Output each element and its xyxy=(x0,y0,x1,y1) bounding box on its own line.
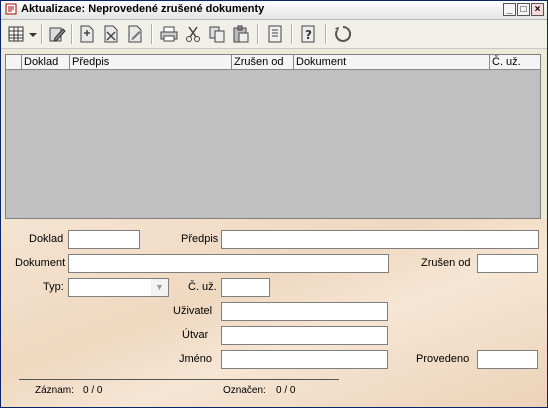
toolbar: ? xyxy=(1,20,547,49)
dropdown-arrow-icon[interactable] xyxy=(27,24,39,44)
zaznam-label: Záznam: xyxy=(35,385,74,396)
jmeno-field[interactable] xyxy=(221,350,388,369)
dokument-field[interactable] xyxy=(68,254,389,273)
toolbar-separator xyxy=(151,24,153,44)
c-uz-field[interactable] xyxy=(221,278,270,297)
oznacen-value: 0 / 0 xyxy=(276,385,296,396)
uzivatel-label: Uživatel xyxy=(173,305,213,317)
maximize-button[interactable]: □ xyxy=(517,3,530,16)
title-bar: Aktualizace: Neprovedené zrušené dokumen… xyxy=(1,1,547,20)
documents-grid[interactable]: Doklad Předpis Zrušen od Dokument Č. už. xyxy=(5,54,541,219)
edit-document-icon[interactable] xyxy=(125,24,145,44)
doklad-field[interactable] xyxy=(68,230,140,249)
predpis-field[interactable] xyxy=(221,230,539,249)
notes-icon[interactable] xyxy=(265,24,285,44)
column-header-predpis[interactable]: Předpis xyxy=(70,55,232,69)
status-divider xyxy=(19,379,339,380)
toolbar-separator xyxy=(257,24,259,44)
utvar-field[interactable] xyxy=(221,326,388,345)
help-icon[interactable]: ? xyxy=(299,24,319,44)
utvar-label: Útvar xyxy=(182,329,209,341)
toolbar-separator xyxy=(41,24,43,44)
recycle-icon[interactable] xyxy=(333,24,353,44)
app-window: Aktualizace: Neprovedené zrušené dokumen… xyxy=(0,0,548,408)
grid-row-selector-header xyxy=(6,55,22,69)
table-icon[interactable] xyxy=(7,24,27,44)
c-uz-label: Č. už. xyxy=(188,281,217,293)
zrusen-od-label: Zrušen od xyxy=(421,257,471,269)
grid-header: Doklad Předpis Zrušen od Dokument Č. už. xyxy=(6,55,540,70)
print-icon[interactable] xyxy=(159,24,179,44)
zaznam-value: 0 / 0 xyxy=(83,385,103,396)
oznacen-label: Označen: xyxy=(223,385,266,396)
column-header-c-uz[interactable]: Č. už. xyxy=(490,55,540,69)
detail-form: Doklad Předpis Dokument Zrušen od Typ: ▼… xyxy=(1,219,547,407)
copy-icon[interactable] xyxy=(207,24,227,44)
delete-icon[interactable] xyxy=(101,24,121,44)
provedeno-label: Provedeno xyxy=(416,353,470,365)
add-document-icon[interactable] xyxy=(77,24,97,44)
toolbar-separator xyxy=(291,24,293,44)
paste-icon[interactable] xyxy=(231,24,251,44)
minimize-button[interactable]: _ xyxy=(503,3,516,16)
close-button[interactable]: × xyxy=(531,3,544,16)
toolbar-separator xyxy=(325,24,327,44)
jmeno-label: Jméno xyxy=(179,353,213,365)
edit-icon[interactable] xyxy=(47,24,67,44)
dokument-label: Dokument xyxy=(15,257,66,269)
typ-combobox[interactable]: ▼ xyxy=(68,278,169,297)
provedeno-field[interactable] xyxy=(477,350,538,369)
app-icon xyxy=(5,3,17,15)
toolbar-separator xyxy=(71,24,73,44)
cut-icon[interactable] xyxy=(183,24,203,44)
column-header-zrusen-od[interactable]: Zrušen od xyxy=(232,55,294,69)
window-title: Aktualizace: Neprovedené zrušené dokumen… xyxy=(21,3,265,15)
chevron-down-icon[interactable]: ▼ xyxy=(151,279,168,296)
uzivatel-field[interactable] xyxy=(221,302,388,321)
column-header-dokument[interactable]: Dokument xyxy=(294,55,490,69)
typ-label: Typ: xyxy=(43,281,64,293)
svg-text:?: ? xyxy=(305,28,312,42)
doklad-label: Doklad xyxy=(29,233,64,245)
predpis-label: Předpis xyxy=(181,233,219,245)
zrusen-od-field[interactable] xyxy=(477,254,538,273)
column-header-doklad[interactable]: Doklad xyxy=(22,55,70,69)
